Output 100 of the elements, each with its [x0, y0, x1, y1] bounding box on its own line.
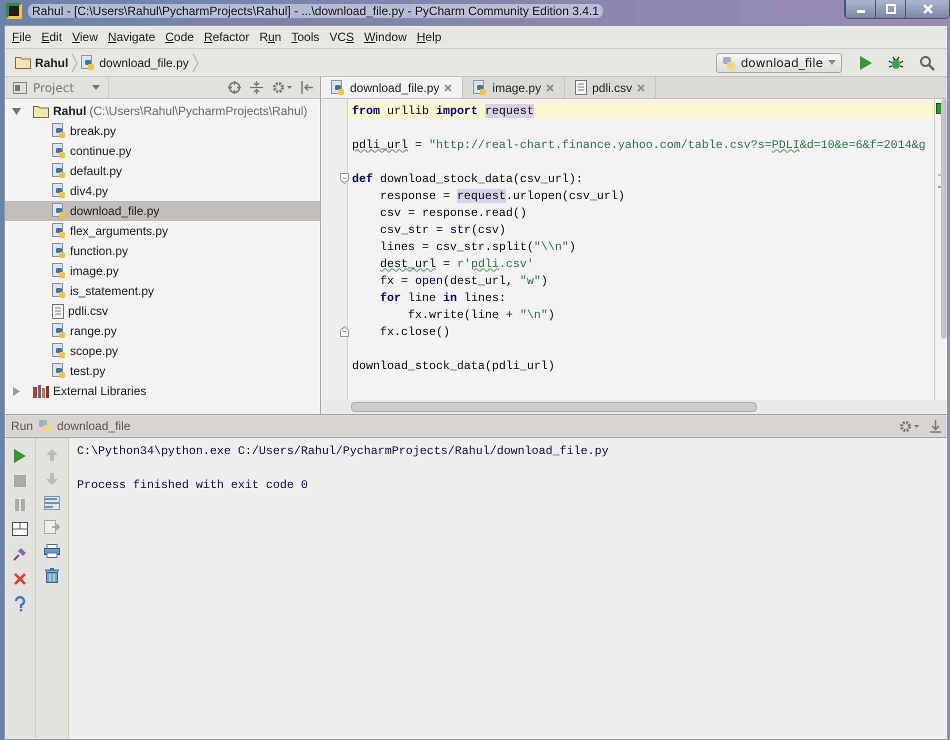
code-line: fx.close(): [378, 324, 450, 338]
menu-item[interactable]: Navigate: [102, 30, 160, 44]
text-file-icon: [575, 80, 588, 95]
collapsed-arrow-icon[interactable]: [12, 386, 21, 396]
editor-tab[interactable]: pdli.csv: [565, 77, 656, 98]
tree-item[interactable]: is_statement.py: [52, 283, 154, 299]
close-button[interactable]: [905, 0, 949, 18]
wrap-icon[interactable]: [44, 496, 60, 510]
run-config-name: download_file: [57, 419, 130, 433]
menu-item[interactable]: File: [7, 30, 36, 44]
console-line: C:\Python34\python.exe C:/Users/Rahul/PycharmProjects/Rahul/download_file.py: [77, 444, 610, 460]
menu-item[interactable]: Tools: [286, 30, 324, 44]
maximize-button[interactable]: [875, 0, 905, 18]
python-file-icon: [52, 143, 66, 159]
run-icon[interactable]: [13, 448, 27, 464]
tree-item[interactable]: range.py: [52, 323, 117, 339]
console-line: Process finished with exit code 0: [77, 478, 309, 494]
python-file-icon: [331, 80, 345, 96]
menu-item[interactable]: Help: [412, 30, 446, 44]
breadcrumb[interactable]: download_file.py: [81, 54, 189, 70]
code-line: csv = response.read(): [378, 206, 527, 220]
panel-title: Run: [11, 419, 34, 433]
close-icon[interactable]: [546, 84, 554, 92]
code-line: def download_stock_data(csv_url):: [352, 172, 583, 186]
search-icon[interactable]: [919, 54, 935, 70]
tree-item[interactable]: continue.py: [52, 143, 132, 159]
print-icon[interactable]: [44, 544, 60, 558]
minimize-button[interactable]: [845, 0, 875, 18]
app-logo-icon: [6, 3, 22, 19]
python-file-icon: [52, 163, 66, 179]
tree-item[interactable]: Rahul: [33, 104, 86, 118]
menu-item[interactable]: Code: [160, 30, 199, 44]
help-icon[interactable]: [13, 596, 27, 612]
tree-item[interactable]: default.py: [52, 163, 122, 179]
maximize-icon: [886, 4, 896, 14]
stop-icon[interactable]: [13, 474, 27, 488]
project-icon: [13, 82, 27, 94]
tree-item[interactable]: div4.py: [52, 183, 108, 199]
pause-icon[interactable]: [13, 498, 27, 512]
code-line: download_stock_data(pdli_url): [352, 358, 555, 372]
python-file-icon: [52, 363, 66, 379]
python-icon: [38, 419, 52, 433]
python-file-icon: [52, 263, 66, 279]
text-file-icon: [52, 304, 64, 318]
python-file-icon: [52, 243, 66, 259]
scrollbar[interactable]: [351, 402, 757, 412]
python-file-icon: [52, 123, 66, 139]
scrollbar[interactable]: [941, 99, 947, 339]
run-icon[interactable]: [859, 54, 873, 70]
tree-item[interactable]: image.py: [52, 263, 119, 279]
trash-icon[interactable]: [45, 568, 59, 583]
python-file-icon: [473, 80, 488, 96]
expanded-arrow-icon[interactable]: [12, 106, 21, 116]
python-file-icon: [81, 54, 96, 70]
code-line: dest_url = r'pdli.csv': [378, 256, 534, 270]
hide-panel-icon[interactable]: [930, 420, 941, 432]
tree-item[interactable]: test.py: [52, 363, 106, 379]
close-icon[interactable]: [13, 572, 27, 586]
bug-icon[interactable]: [888, 54, 904, 70]
chevron-icon: [192, 52, 199, 72]
menu-item[interactable]: Window: [359, 30, 412, 44]
hide-panel-icon[interactable]: [301, 81, 314, 94]
code-line: pdli_url = "http://real-chart.finance.yahoo.com/table.csv?s=PDLI&d=10&e=6&f=2014&g: [352, 138, 926, 152]
dropdown-arrow-icon: [828, 60, 836, 65]
editor-tab[interactable]: download_file.py: [321, 77, 464, 98]
tree-item[interactable]: function.py: [52, 243, 128, 259]
tree-item[interactable]: break.py: [52, 123, 116, 139]
breadcrumb[interactable]: Rahul: [15, 56, 68, 70]
python-file-icon: [52, 223, 66, 239]
collapse-icon[interactable]: [250, 81, 263, 94]
code-line: lines = csv_str.split("\\n"): [378, 240, 576, 254]
project-path: (C:\Users\Rahul\PycharmProjects\Rahul): [89, 104, 308, 118]
editor-tab[interactable]: image.py: [463, 77, 566, 98]
python-file-icon: [52, 343, 66, 359]
layout-icon[interactable]: [12, 522, 28, 536]
close-icon[interactable]: [444, 84, 452, 92]
settings-icon[interactable]: [899, 420, 919, 432]
menu-item[interactable]: Refactor: [198, 30, 254, 44]
tree-item[interactable]: pdli.csv: [52, 304, 108, 318]
tree-item[interactable]: scope.py: [52, 343, 118, 359]
library-icon: [33, 384, 49, 398]
menu-item[interactable]: VCS: [324, 30, 360, 44]
target-icon[interactable]: [228, 81, 241, 94]
menu-item[interactable]: Edit: [36, 30, 68, 44]
tree-item[interactable]: flex_arguments.py: [52, 223, 168, 239]
code-line: from urllib import request: [352, 104, 534, 118]
python-file-icon: [52, 323, 66, 339]
code-line: fx.write(line + "\n"): [406, 308, 555, 322]
menu-item[interactable]: Run: [254, 30, 286, 44]
settings-icon[interactable]: [272, 81, 292, 94]
python-file-icon: [52, 283, 66, 299]
export-icon[interactable]: [44, 520, 60, 534]
code-line: fx = open(dest_url, "w"): [378, 274, 548, 288]
menu-item[interactable]: View: [67, 30, 103, 44]
code-line: response = request.urlopen(csv_url): [378, 188, 625, 202]
tree-item[interactable]: External Libraries: [33, 384, 146, 398]
python-file-icon: [52, 203, 66, 219]
close-icon[interactable]: [637, 84, 646, 92]
code-line: for line in lines:: [378, 290, 506, 304]
run-config-dropdown[interactable]: download_file: [716, 52, 842, 72]
